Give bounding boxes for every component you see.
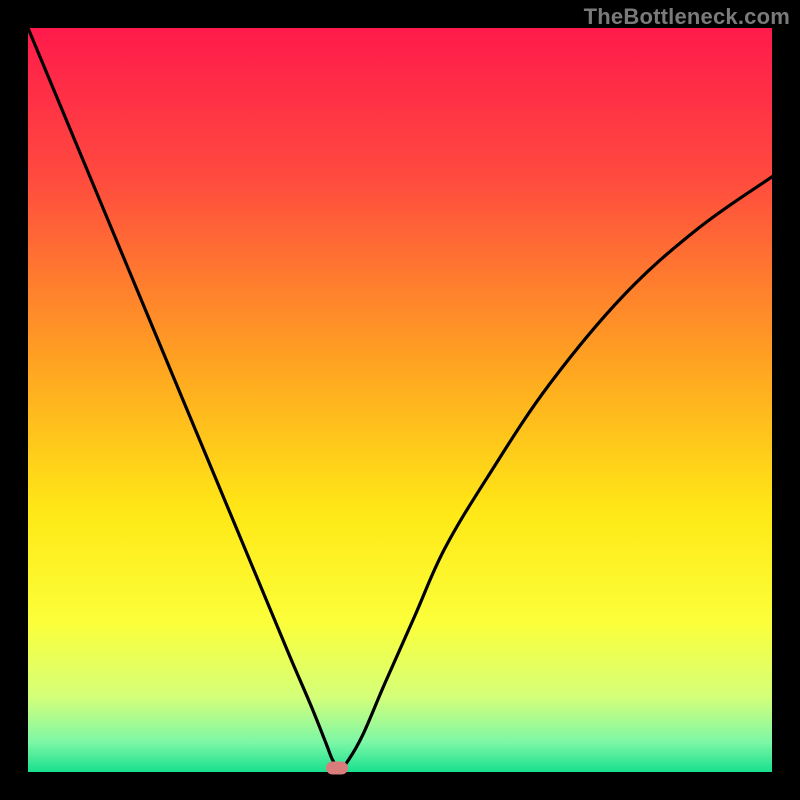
- watermark-label: TheBottleneck.com: [584, 4, 790, 30]
- chart-svg: [0, 0, 800, 800]
- gradient-background: [28, 28, 772, 772]
- optimum-point-marker: [326, 762, 348, 775]
- chart-frame: TheBottleneck.com: [0, 0, 800, 800]
